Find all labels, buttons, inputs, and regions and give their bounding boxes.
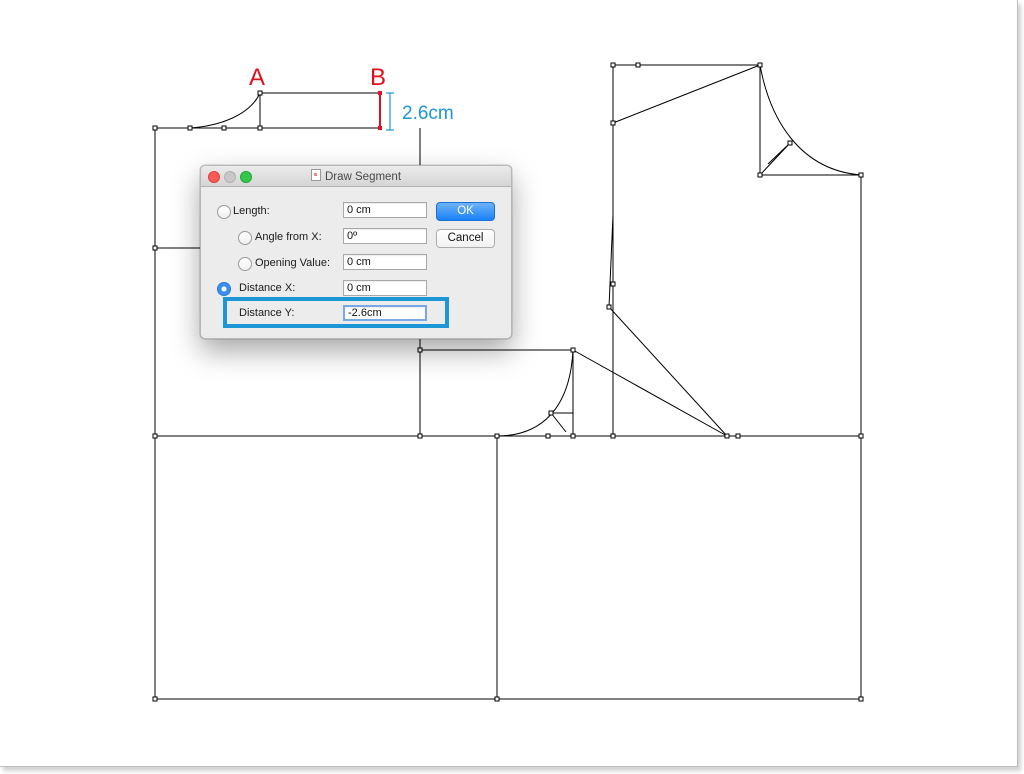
distance-x-radio[interactable] bbox=[217, 282, 231, 296]
point-a-label: A bbox=[249, 64, 265, 91]
angle-label: Angle from X: bbox=[255, 231, 322, 243]
pattern-lines bbox=[154, 64, 862, 700]
pattern-points[interactable] bbox=[152, 62, 864, 702]
length-label: Length: bbox=[233, 205, 270, 217]
opening-value-label: Opening Value: bbox=[255, 257, 331, 269]
angle-radio[interactable] bbox=[238, 231, 252, 245]
ok-button[interactable]: OK bbox=[436, 202, 495, 221]
pattern-drawing[interactable]: A B 2.6cm bbox=[0, 0, 1024, 774]
cancel-button[interactable]: Cancel bbox=[436, 229, 495, 248]
angle-field[interactable]: 0º bbox=[343, 228, 427, 244]
document-icon bbox=[310, 169, 321, 181]
opening-value-radio[interactable] bbox=[238, 257, 252, 271]
measure-bracket bbox=[386, 92, 394, 131]
length-field[interactable]: 0 cm bbox=[343, 202, 427, 218]
opening-value-field[interactable]: 0 cm bbox=[343, 254, 427, 270]
measure-label: 2.6cm bbox=[402, 103, 454, 124]
distance-x-label: Distance X: bbox=[239, 282, 296, 294]
length-radio[interactable] bbox=[217, 205, 231, 219]
point-b-label: B bbox=[370, 64, 386, 91]
dialog-titlebar[interactable]: Draw Segment bbox=[201, 166, 511, 187]
distance-y-highlight bbox=[223, 297, 449, 328]
distance-x-field[interactable]: 0 cm bbox=[343, 280, 427, 296]
dialog-title: Draw Segment bbox=[324, 171, 402, 183]
